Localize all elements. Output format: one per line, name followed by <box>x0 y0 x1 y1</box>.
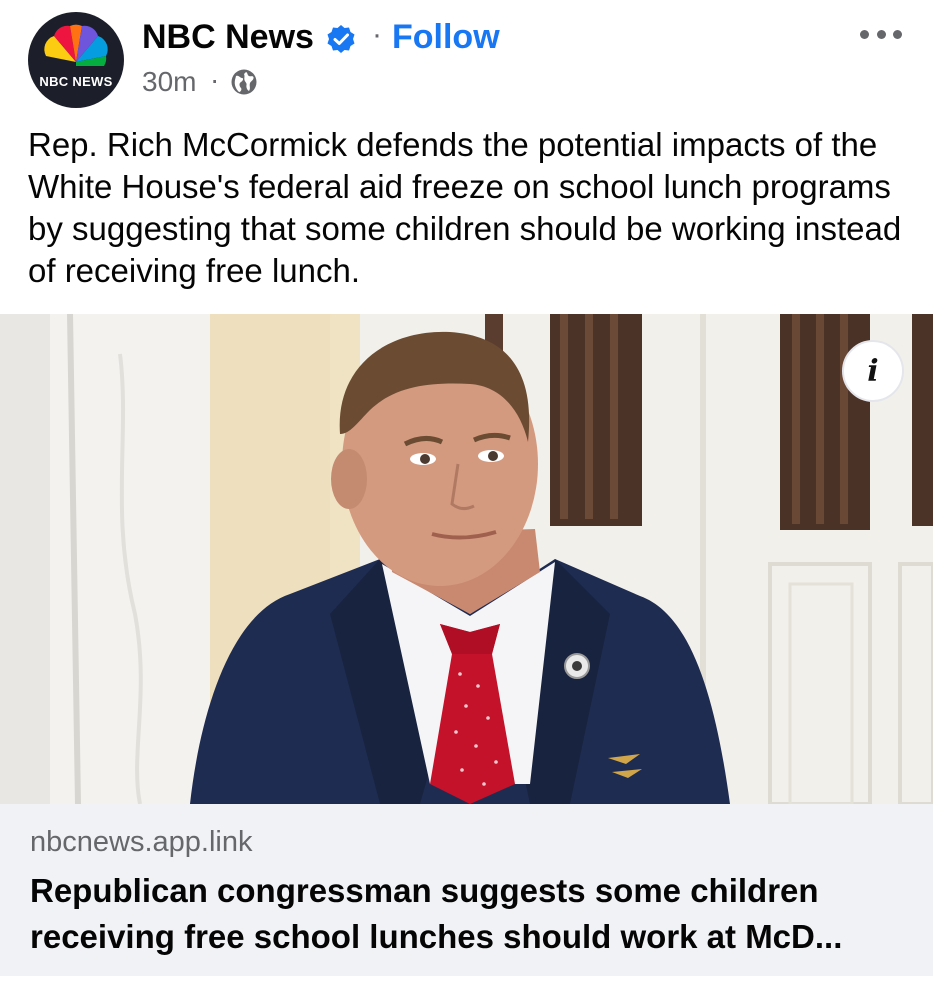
link-domain: nbcnews.app.link <box>30 826 253 858</box>
verified-badge-icon <box>327 25 355 53</box>
nbc-news-avatar[interactable]: NBC NEWS <box>28 12 124 108</box>
link-title[interactable]: Republican congressman suggests some chi… <box>30 868 910 960</box>
more-options-icon[interactable] <box>860 22 902 46</box>
facebook-post: NBC NEWS NBC News · Follow 30m · Rep. Ri… <box>0 0 933 1000</box>
avatar-label: NBC NEWS <box>39 74 113 89</box>
congressman-portrait-image <box>0 314 933 804</box>
post-timestamp[interactable]: 30m <box>142 66 196 98</box>
follow-button[interactable]: Follow <box>392 18 500 57</box>
separator-dot: · <box>210 64 220 95</box>
info-icon[interactable]: i <box>842 340 904 402</box>
post-caption: Rep. Rich McCormick defends the potentia… <box>28 126 902 289</box>
globe-icon <box>231 69 257 95</box>
article-photo[interactable] <box>0 314 933 804</box>
page-name[interactable]: NBC News <box>142 18 314 57</box>
link-preview[interactable]: nbcnews.app.link Republican congressman … <box>0 804 933 976</box>
peacock-logo-icon <box>44 24 108 66</box>
separator-dot: · <box>372 18 382 51</box>
